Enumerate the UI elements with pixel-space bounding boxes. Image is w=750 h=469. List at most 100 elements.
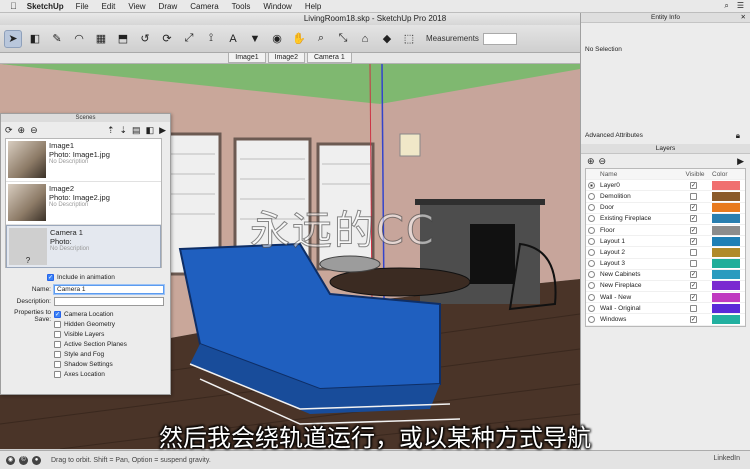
active-layer-radio[interactable] [587, 226, 595, 234]
layer-name[interactable]: Layout 3 [596, 260, 678, 267]
tab-image1[interactable]: Image1 [228, 53, 266, 63]
layer-row[interactable]: Existing Fireplace ✓ [586, 214, 745, 225]
layer-visible-checkbox[interactable]: ✓ [690, 181, 697, 189]
active-layer-radio[interactable] [587, 181, 595, 189]
menu-edit[interactable]: Edit [102, 2, 116, 11]
active-layer-radio[interactable] [587, 260, 595, 268]
layer-row[interactable]: Windows ✓ [586, 314, 745, 326]
details-icon[interactable]: ◧ [146, 125, 155, 136]
layer-visible-checkbox[interactable] [690, 304, 697, 312]
col-color[interactable]: Color [712, 171, 728, 178]
layer-row[interactable]: Demolition [586, 191, 745, 203]
active-layer-radio[interactable] [587, 215, 595, 223]
remove-layer-icon[interactable]: ⊖ [599, 156, 607, 167]
zoom-icon[interactable]: ⌕ [312, 30, 330, 48]
rotate-icon[interactable]: ⟳ [158, 30, 176, 48]
menu-tools[interactable]: Tools [232, 2, 251, 11]
active-layer-radio[interactable] [587, 304, 595, 312]
warehouse-icon[interactable]: ⌂ [356, 30, 374, 48]
layer-row[interactable]: Layer0 ✓ [586, 180, 745, 192]
layer-visible-checkbox[interactable] [690, 192, 697, 200]
property-checkbox[interactable] [54, 360, 61, 368]
layer-name[interactable]: Existing Fireplace [596, 215, 678, 222]
app-menu[interactable]: SketchUp [27, 2, 64, 11]
layer-color-swatch[interactable] [712, 315, 740, 325]
layer-name[interactable]: Layout 1 [596, 238, 678, 245]
layer-name[interactable]: Wall - Original [596, 305, 678, 312]
property-checkbox[interactable] [54, 350, 61, 358]
add-scene-icon[interactable]: ⊕ [18, 125, 26, 136]
active-layer-radio[interactable] [587, 204, 595, 212]
menu-camera[interactable]: Camera [190, 2, 218, 11]
layer-name[interactable]: Layer0 [596, 182, 678, 189]
layer-color-swatch[interactable] [712, 203, 740, 213]
layers-menu-icon[interactable]: ▶ [737, 156, 744, 167]
layer-row[interactable]: Wall - Original [586, 303, 745, 315]
select-icon[interactable]: ➤ [4, 29, 22, 48]
menu-draw[interactable]: Draw [159, 2, 178, 11]
active-layer-radio[interactable] [587, 293, 595, 301]
layer-color-swatch[interactable] [712, 292, 740, 302]
scene-item-image1[interactable]: Image1 Photo: Image1.jpg No Description [6, 139, 161, 182]
pan-icon[interactable]: ✋ [290, 30, 308, 48]
layer-name[interactable]: Layout 2 [596, 249, 678, 256]
layer-row[interactable]: New Cabinets ✓ [586, 270, 745, 281]
layer-name[interactable]: Door [596, 204, 678, 211]
layer-visible-checkbox[interactable]: ✓ [690, 282, 697, 290]
layer-color-swatch[interactable] [712, 214, 740, 224]
layer-color-swatch[interactable] [712, 247, 740, 257]
layer-visible-checkbox[interactable]: ✓ [690, 316, 697, 324]
layer-visible-checkbox[interactable] [690, 248, 697, 256]
follow-me-icon[interactable]: ↺ [136, 30, 154, 48]
layer-color-swatch[interactable] [712, 270, 740, 280]
credits-icon[interactable]: © [19, 455, 28, 465]
layer-color-swatch[interactable] [712, 180, 740, 190]
close-icon[interactable]: ✕ [741, 13, 746, 23]
layer-color-swatch[interactable] [712, 191, 740, 201]
scene-name-input[interactable]: Camera 1 [54, 284, 164, 294]
col-visible[interactable]: Visible [678, 171, 712, 178]
menu-window[interactable]: Window [263, 2, 291, 11]
pencil-icon[interactable]: ✎ [48, 30, 66, 48]
layer-row[interactable]: Wall - New ✓ [586, 292, 745, 304]
remove-scene-icon[interactable]: ⊖ [30, 125, 38, 136]
arc-icon[interactable]: ◠ [70, 30, 88, 48]
tab-image2[interactable]: Image2 [267, 53, 305, 63]
layer-name[interactable]: New Cabinets [596, 271, 678, 278]
text-icon[interactable]: A [224, 30, 242, 48]
push-pull-icon[interactable]: ⬒ [114, 30, 132, 48]
property-checkbox[interactable] [54, 320, 61, 328]
layer-name[interactable]: Windows [596, 316, 678, 323]
zoom-extents-icon[interactable]: ⤡ [334, 30, 352, 48]
scene-item-image2[interactable]: Image2 Photo: Image2.jpg No Description [6, 182, 161, 225]
layer-row[interactable]: Floor ✓ [586, 225, 745, 237]
layer-row[interactable]: Door ✓ [586, 203, 745, 214]
share-icon[interactable]: ⬚ [400, 30, 418, 48]
layer-visible-checkbox[interactable]: ✓ [690, 293, 697, 301]
layer-visible-checkbox[interactable]: ✓ [690, 215, 697, 223]
move-up-icon[interactable]: ⇡ [107, 125, 115, 136]
layer-visible-checkbox[interactable] [690, 260, 697, 268]
list-icon[interactable]: ☰ [737, 1, 744, 11]
layer-color-swatch[interactable] [712, 225, 740, 235]
property-checkbox[interactable]: ✓ [54, 310, 61, 318]
layer-row[interactable]: Layout 2 [586, 247, 745, 259]
tab-camera1[interactable]: Camera 1 [306, 53, 352, 63]
active-layer-radio[interactable] [587, 237, 595, 245]
eraser-icon[interactable]: ◧ [26, 30, 44, 48]
active-layer-radio[interactable] [587, 271, 595, 279]
apple-icon[interactable]:  [10, 1, 17, 11]
col-name[interactable]: Name [596, 171, 678, 178]
active-layer-radio[interactable] [587, 248, 595, 256]
layer-color-swatch[interactable] [712, 303, 740, 313]
layer-row[interactable]: Layout 3 [586, 259, 745, 270]
layer-visible-checkbox[interactable]: ✓ [690, 237, 697, 245]
menu-help[interactable]: Help [305, 2, 321, 11]
layer-visible-checkbox[interactable]: ✓ [690, 226, 697, 234]
scene-item-camera1[interactable]: ? Camera 1 Photo: No Description [6, 225, 161, 268]
scale-icon[interactable]: ⤢ [180, 30, 198, 48]
layer-name[interactable]: Wall - New [596, 294, 678, 301]
active-layer-radio[interactable] [587, 192, 595, 200]
menu-view[interactable]: View [128, 2, 145, 11]
layer-name[interactable]: Floor [596, 227, 678, 234]
